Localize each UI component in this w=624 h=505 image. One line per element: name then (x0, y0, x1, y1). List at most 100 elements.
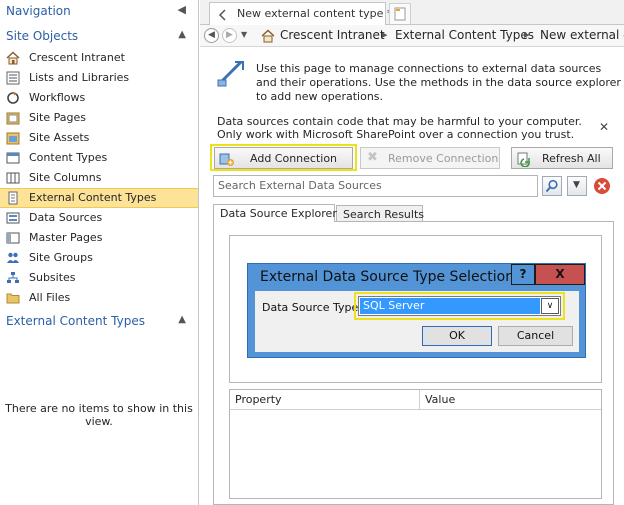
nav-item-lists-and-libraries[interactable]: Lists and Libraries (0, 68, 198, 88)
nav-item-all-files[interactable]: All Files (0, 288, 198, 308)
data-sources-icon (6, 212, 20, 224)
chevron-up-icon[interactable]: ▲ (178, 29, 186, 40)
tab-label: Search Results (343, 208, 425, 221)
nav-item-workflows[interactable]: Workflows (0, 88, 198, 108)
nav-item-label: Lists and Libraries (29, 71, 130, 84)
remove-icon: ✖ (367, 150, 378, 165)
nav-back-button[interactable]: ◀ (204, 28, 219, 43)
dialog-help-button[interactable]: ? (511, 264, 535, 285)
doc-tab-new-external-content-type[interactable]: New external content type * (209, 2, 392, 26)
cancel-button[interactable]: Cancel (498, 326, 573, 346)
nav-item-label: Content Types (29, 151, 108, 164)
nav-item-label: Site Pages (29, 111, 86, 124)
clear-icon (594, 178, 610, 194)
dialog-body: Data Source Type SQL Server ∨ OK Cancel (255, 291, 579, 352)
section-external-content-types[interactable]: External Content Types ▲ (0, 311, 198, 331)
external-content-type-icon (217, 60, 244, 87)
nav-item-site-pages[interactable]: Site Pages (0, 108, 198, 128)
breadcrumb-item[interactable]: New external co (540, 28, 624, 42)
breadcrumb-item[interactable]: External Content Types (395, 28, 534, 42)
nav-item-label: Site Columns (29, 171, 102, 184)
external-content-types-icon (8, 191, 18, 205)
chevron-right-icon[interactable]: ▸ (524, 28, 530, 41)
main-pane: New external content type * ◀ ▶ ▼ Cresce… (200, 0, 624, 505)
document-tab-bar: New external content type * (200, 0, 624, 26)
tab-search-results[interactable]: Search Results (336, 205, 425, 222)
refresh-all-label: Refresh All (542, 152, 601, 165)
refresh-all-button[interactable]: Refresh All (511, 147, 613, 169)
nav-item-label: All Files (29, 291, 71, 304)
dialog-title: External Data Source Type Selection (260, 269, 515, 285)
external-data-source-type-dialog: External Data Source Type Selection ? X … (247, 263, 586, 358)
groups-icon (7, 252, 19, 263)
navigation-header: Navigation ◀ (0, 0, 198, 22)
section-external-content-types-title: External Content Types (6, 314, 145, 328)
nav-item-data-sources[interactable]: Data Sources (0, 208, 198, 228)
nav-item-site-groups[interactable]: Site Groups (0, 248, 198, 268)
nav-item-external-content-types[interactable]: External Content Types (0, 188, 198, 208)
home-icon (6, 51, 20, 65)
nav-item-content-types[interactable]: Content Types (0, 148, 198, 168)
search-icon (545, 179, 558, 193)
section-site-objects[interactable]: Site Objects ▲ (0, 26, 198, 46)
chevron-up-icon[interactable]: ▲ (178, 314, 186, 325)
nav-item-master-pages[interactable]: Master Pages (0, 228, 198, 248)
column-divider[interactable] (419, 390, 420, 410)
chevron-down-icon[interactable]: ∨ (541, 298, 559, 314)
search-options-button[interactable]: ▼ (567, 176, 587, 196)
data-source-explorer-panel: External Data Source Type Selection ? X … (213, 221, 614, 505)
search-placeholder: Search External Data Sources (218, 179, 382, 192)
search-input[interactable]: Search External Data Sources (213, 175, 538, 197)
refresh-icon (517, 152, 530, 167)
nav-item-crescent-intranet[interactable]: Crescent Intranet (0, 48, 198, 68)
data-source-tree: External Data Source Type Selection ? X … (229, 235, 602, 383)
close-icon: X (555, 267, 565, 281)
chevron-down-icon[interactable]: ▼ (241, 30, 247, 39)
nav-forward-button[interactable]: ▶ (222, 28, 237, 43)
doc-tab-label: New external content type * (237, 7, 393, 20)
tab-data-source-explorer[interactable]: Data Source Explorer (213, 204, 337, 222)
new-tab-button[interactable] (389, 3, 411, 24)
nav-item-label: Site Groups (29, 251, 93, 264)
add-connection-button[interactable]: Add Connection (214, 147, 353, 169)
clear-search-button[interactable] (592, 176, 612, 196)
nav-item-label: Master Pages (29, 231, 103, 244)
breadcrumb-item[interactable]: Crescent Intranet (280, 28, 385, 42)
master-pages-icon (6, 232, 20, 244)
new-page-icon (394, 7, 406, 21)
property-grid-header: Property Value (230, 390, 601, 410)
folder-icon (6, 293, 20, 304)
subsites-icon (7, 272, 19, 283)
search-button[interactable] (542, 176, 562, 196)
data-source-type-value: SQL Server (360, 298, 540, 314)
chevron-right-icon[interactable]: ▸ (382, 28, 388, 41)
help-icon: ? (519, 267, 527, 281)
column-header-value[interactable]: Value (425, 393, 455, 406)
column-header-property[interactable]: Property (235, 393, 282, 406)
ok-button[interactable]: OK (422, 326, 492, 346)
nav-item-label: Subsites (29, 271, 76, 284)
nav-item-subsites[interactable]: Subsites (0, 268, 198, 288)
nav-item-label: Data Sources (29, 211, 103, 224)
workflow-icon (7, 92, 19, 104)
dialog-close-button[interactable]: X (535, 264, 585, 285)
remove-connection-button[interactable]: ✖ Remove Connection (360, 147, 500, 169)
data-source-type-label: Data Source Type (262, 301, 359, 314)
collapse-navigation-icon[interactable]: ◀ (178, 3, 186, 16)
property-grid: Property Value (229, 389, 602, 499)
columns-icon (6, 172, 20, 184)
tab-label: Data Source Explorer (220, 207, 337, 220)
section-site-objects-title: Site Objects (6, 29, 79, 43)
add-connection-label: Add Connection (250, 152, 338, 165)
intro-text: Use this page to manage connections to e… (256, 62, 621, 103)
nav-item-site-columns[interactable]: Site Columns (0, 168, 198, 188)
nav-item-site-assets[interactable]: Site Assets (0, 128, 198, 148)
close-icon[interactable]: ✕ (599, 120, 609, 134)
home-icon (261, 29, 275, 43)
chevron-down-icon: ▼ (573, 180, 580, 190)
pages-icon (6, 112, 20, 125)
data-source-type-select[interactable]: SQL Server ∨ (358, 296, 561, 316)
back-icon[interactable] (216, 8, 230, 25)
assets-icon (6, 132, 20, 145)
nav-item-label: Site Assets (29, 131, 90, 144)
